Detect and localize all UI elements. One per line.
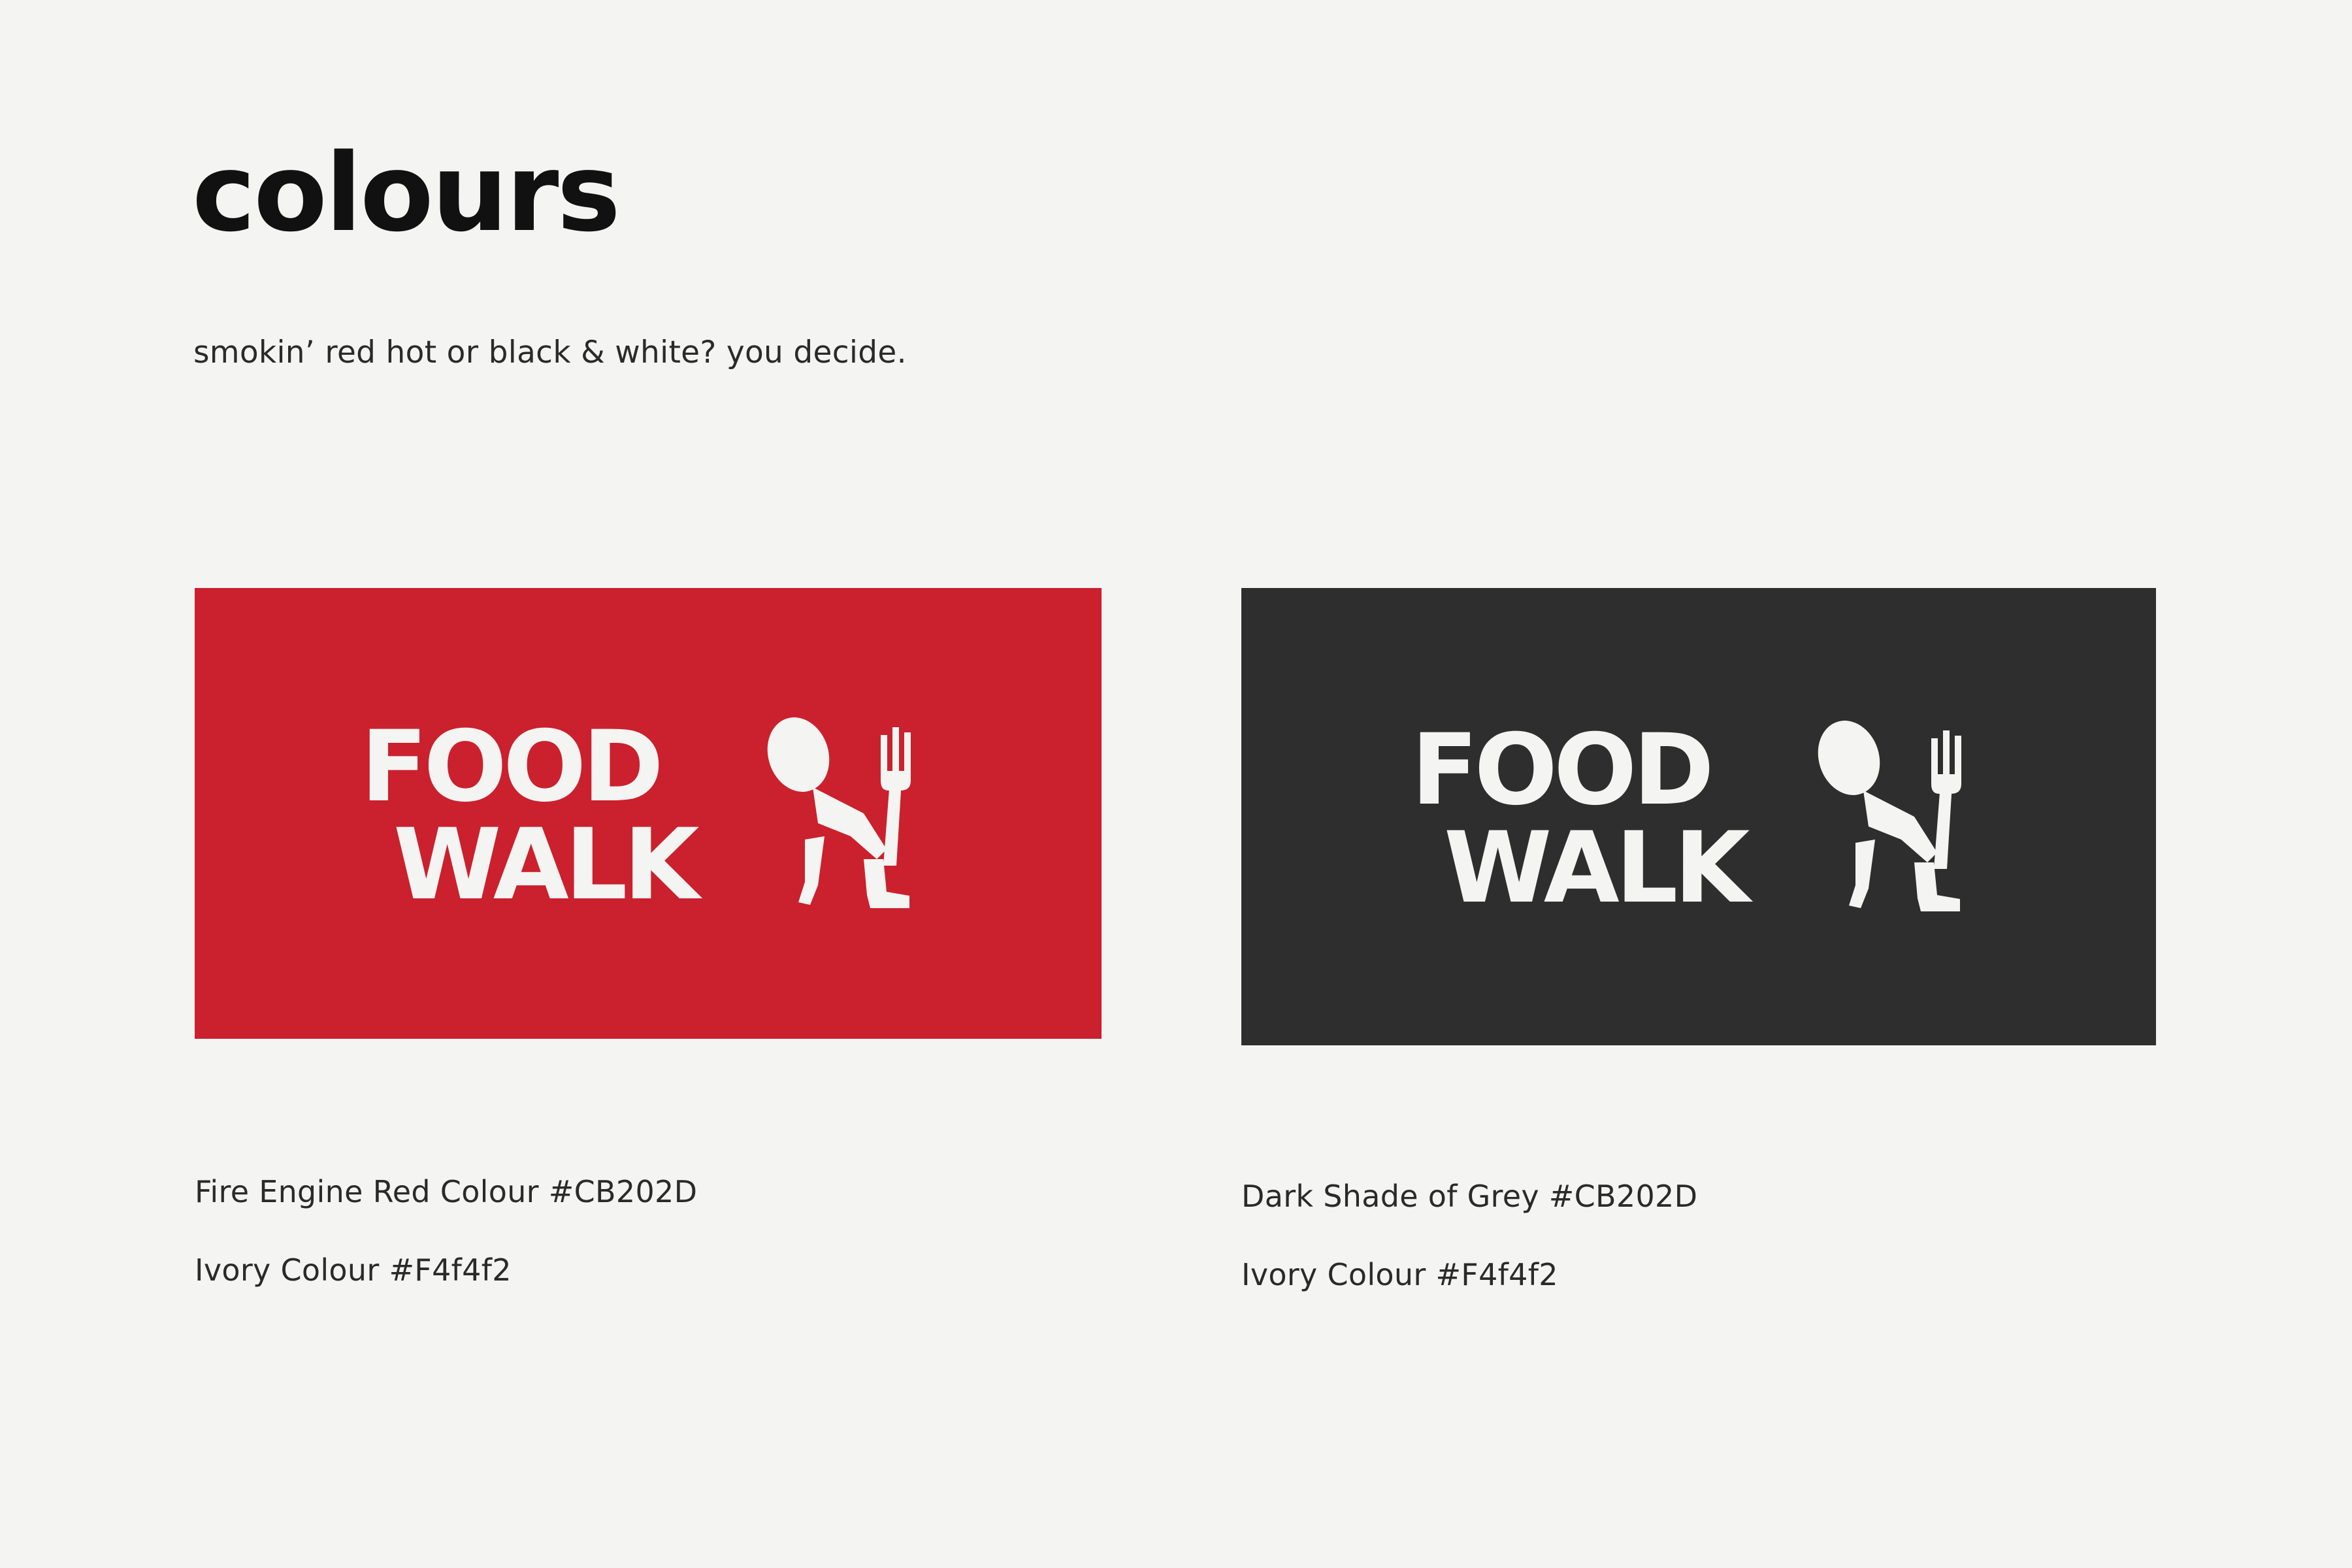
page-subtitle: smokin’ red hot or black & white? you de… bbox=[193, 335, 907, 370]
red-swatch: FOOD WALK bbox=[195, 588, 1102, 1039]
walking-spoon-fork-mascot-icon bbox=[1818, 721, 1961, 911]
red-swatch-caption-primary: Fire Engine Red Colour #CB202D bbox=[195, 1174, 698, 1209]
food-walk-logo: FOOD WALK bbox=[361, 710, 911, 918]
grey-swatch-caption-primary: Dark Shade of Grey #CB202D bbox=[1241, 1179, 1698, 1214]
page-title: colours bbox=[192, 131, 621, 255]
grey-swatch: FOOD WALK bbox=[1241, 588, 2156, 1045]
logo-line-2: WALK bbox=[1444, 811, 1753, 921]
grey-swatch-caption-secondary: Ivory Colour #F4f4f2 bbox=[1241, 1257, 1558, 1292]
walking-spoon-fork-mascot-icon bbox=[767, 717, 911, 908]
logo-line-2: WALK bbox=[393, 808, 702, 918]
logo-line-1: FOOD bbox=[361, 710, 660, 824]
logo-line-1: FOOD bbox=[1411, 713, 1710, 827]
red-swatch-caption-secondary: Ivory Colour #F4f4f2 bbox=[195, 1252, 512, 1288]
food-walk-logo: FOOD WALK bbox=[1411, 713, 1961, 921]
